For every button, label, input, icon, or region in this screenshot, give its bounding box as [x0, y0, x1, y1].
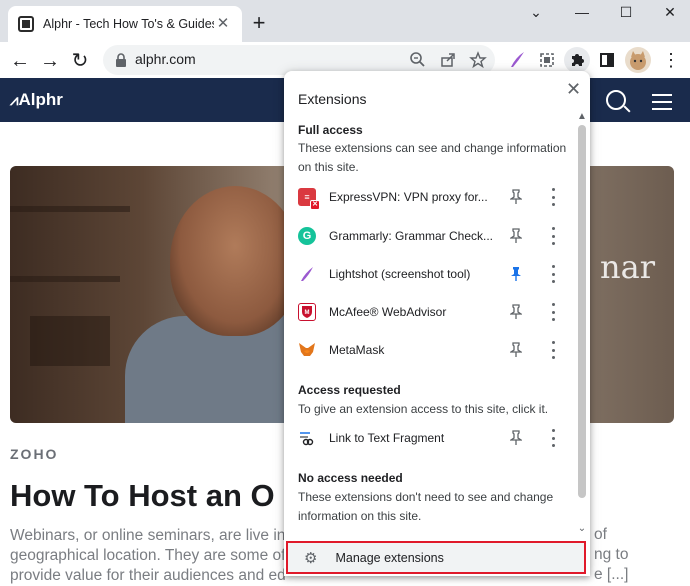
- article-fragment: of: [594, 526, 607, 543]
- alphr-favicon-icon: [18, 16, 34, 32]
- popup-scrollbar[interactable]: ▲ ⌄: [576, 111, 588, 541]
- extension-name: Grammarly: Grammar Check...: [329, 229, 494, 243]
- extension-name: ExpressVPN: VPN proxy for...: [329, 190, 488, 204]
- scroll-down-icon[interactable]: ⌄: [576, 523, 588, 534]
- more-options-icon[interactable]: [550, 341, 556, 359]
- desc-line: These extensions don't need to see and c…: [298, 490, 554, 504]
- article-title: How To Host an O: [10, 478, 275, 513]
- mcafee-shield-icon: M: [298, 303, 316, 321]
- metamask-fox-icon: [299, 343, 315, 356]
- extensions-popup: Extensions ✕ ▲ ⌄ Full access These exten…: [284, 71, 590, 576]
- site-menu-icon[interactable]: [652, 94, 672, 110]
- hero-overlay-text: nar: [600, 248, 655, 286]
- url-text[interactable]: alphr.com: [135, 51, 196, 67]
- extension-item-grammarly[interactable]: G Grammarly: Grammar Check...: [298, 221, 568, 251]
- window-close-button[interactable]: ✕: [656, 4, 684, 24]
- side-panel-icon[interactable]: [594, 47, 620, 73]
- popup-close-button[interactable]: ✕: [566, 79, 581, 100]
- manage-extensions-label: Manage extensions: [335, 550, 444, 565]
- forward-button[interactable]: →: [36, 47, 64, 75]
- no-access-description: These extensions don't need to see and c…: [298, 488, 568, 526]
- extension-name: MetaMask: [329, 343, 385, 357]
- expressvpn-icon: ≡ ✕: [298, 188, 320, 210]
- hero-person-face: [170, 186, 300, 336]
- profile-avatar[interactable]: [625, 47, 651, 73]
- article-brand: ZOHO: [10, 446, 59, 462]
- maximize-button[interactable]: ☐: [612, 4, 640, 24]
- tab-search-icon[interactable]: ⌄: [522, 4, 550, 24]
- more-options-icon[interactable]: [550, 265, 556, 283]
- back-button[interactable]: ←: [6, 47, 34, 75]
- reload-button[interactable]: ↻: [66, 47, 94, 75]
- more-options-icon[interactable]: [550, 303, 556, 321]
- pin-icon[interactable]: [510, 342, 522, 358]
- extension-item-expressvpn[interactable]: ≡ ✕ ExpressVPN: VPN proxy for...: [298, 182, 568, 212]
- tab-strip: Alphr - Tech How To's & Guides ✕ + ⌄ — ☐…: [0, 0, 690, 42]
- pin-filled-icon[interactable]: [510, 266, 522, 282]
- zoom-icon[interactable]: [409, 51, 427, 69]
- svg-text:M: M: [305, 310, 310, 316]
- extension-item-mcafee[interactable]: M McAfee® WebAdvisor: [298, 297, 568, 327]
- access-requested-heading: Access requested: [298, 383, 401, 397]
- screenshot-extension-icon[interactable]: [534, 47, 560, 73]
- no-access-heading: No access needed: [298, 471, 403, 485]
- bookmark-star-icon[interactable]: [469, 51, 487, 69]
- gear-icon: ⚙: [304, 549, 318, 567]
- chrome-menu-icon[interactable]: ⋮: [658, 47, 684, 73]
- article-fragment: ng to: [594, 546, 629, 563]
- full-access-heading: Full access: [298, 123, 363, 137]
- pin-icon[interactable]: [510, 189, 522, 205]
- desc-line: information on this site.: [298, 509, 422, 523]
- extension-name: McAfee® WebAdvisor: [329, 305, 447, 319]
- lightshot-icon: [301, 267, 313, 281]
- tab-title: Alphr - Tech How To's & Guides: [43, 17, 214, 31]
- more-options-icon[interactable]: [550, 429, 556, 447]
- article-fragment: e [...]: [594, 566, 629, 583]
- scroll-up-icon[interactable]: ▲: [576, 111, 588, 122]
- scroll-thumb[interactable]: [578, 125, 586, 498]
- share-icon[interactable]: [439, 51, 457, 69]
- site-logo-text: Alphr: [18, 90, 63, 109]
- tab-close-icon[interactable]: ✕: [214, 15, 232, 33]
- grammarly-icon: G: [298, 227, 316, 245]
- pin-icon[interactable]: [510, 304, 522, 320]
- link-fragment-icon: [300, 432, 314, 446]
- lightshot-extension-icon[interactable]: [504, 47, 530, 73]
- extension-item-link-to-text-fragment[interactable]: Link to Text Fragment: [298, 423, 568, 453]
- access-requested-description: To give an extension access to this site…: [298, 402, 549, 416]
- desc-line: on this site.: [298, 160, 359, 174]
- full-access-description: These extensions can see and change info…: [298, 139, 568, 177]
- more-options-icon[interactable]: [550, 188, 556, 206]
- lock-icon[interactable]: [113, 52, 129, 68]
- tab-alphr[interactable]: Alphr - Tech How To's & Guides ✕: [8, 6, 242, 42]
- site-search-icon[interactable]: [606, 90, 626, 110]
- extensions-puzzle-icon[interactable]: [564, 47, 590, 73]
- extension-item-lightshot[interactable]: Lightshot (screenshot tool): [298, 259, 568, 289]
- extension-name: Link to Text Fragment: [329, 431, 445, 445]
- pin-icon[interactable]: [510, 228, 522, 244]
- pin-icon[interactable]: [510, 430, 522, 446]
- more-options-icon[interactable]: [550, 227, 556, 245]
- extension-name: Lightshot (screenshot tool): [329, 267, 471, 281]
- desc-line: These extensions can see and change info…: [298, 141, 567, 155]
- minimize-button[interactable]: —: [568, 4, 596, 24]
- new-tab-button[interactable]: +: [248, 12, 270, 35]
- manage-extensions-button[interactable]: ⚙ Manage extensions: [286, 541, 586, 574]
- popup-title: Extensions: [298, 91, 367, 107]
- site-logo[interactable]: ⩘Alphr: [10, 90, 63, 110]
- extension-item-metamask[interactable]: MetaMask: [298, 335, 568, 365]
